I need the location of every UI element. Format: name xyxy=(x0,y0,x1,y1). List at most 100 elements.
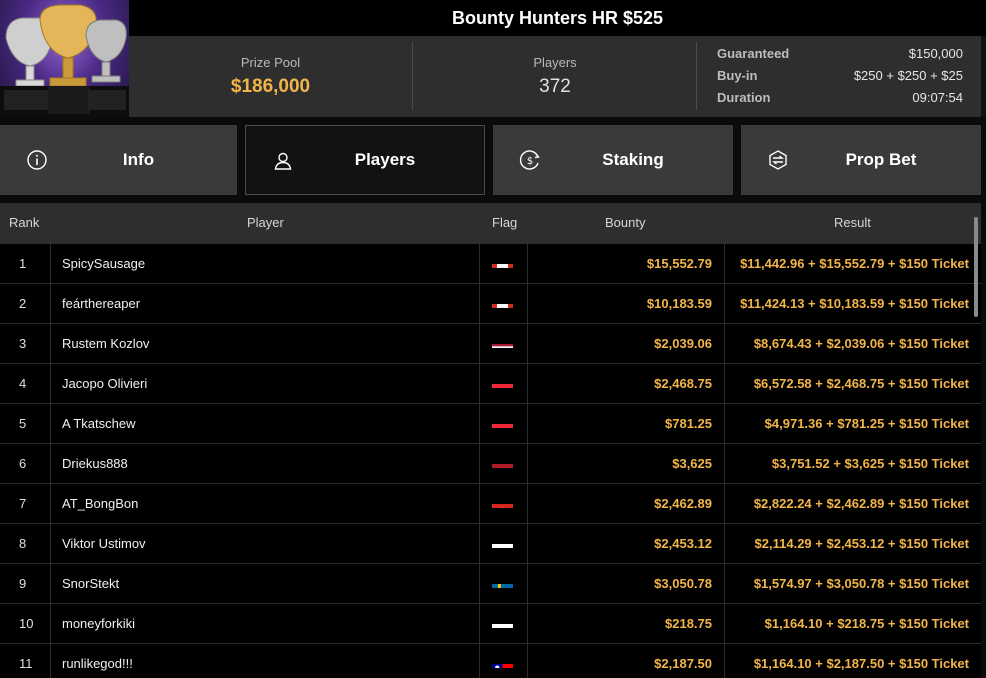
taiwan-flag-icon xyxy=(492,654,513,668)
rank-cell: 4 xyxy=(19,376,27,391)
rank-cell: 11 xyxy=(19,656,33,671)
vietnam-flag-icon xyxy=(492,494,513,508)
table-row[interactable]: 6 Driekus888 $3,625 $3,751.52 + $3,625 + $1… xyxy=(0,443,981,484)
tab-bar: Info Players $ Staking Prop Bet xyxy=(0,125,986,195)
rank-cell: 6 xyxy=(19,456,27,471)
result-cell: $2,822.24 + $2,462.89 + $150 Ticket xyxy=(753,496,969,511)
tournament-details: Guaranteed $150,000 Buy-in $250 + $250 +… xyxy=(717,45,963,111)
header-flag[interactable]: Flag xyxy=(492,215,517,230)
flag-cell xyxy=(480,324,527,364)
table-row[interactable]: 5 A Tkatschew $781.25 $4,971.36 + $781.25 +… xyxy=(0,403,981,444)
thailand-flag-icon xyxy=(492,334,513,348)
players-value: 372 xyxy=(539,76,571,97)
result-cell: $4,971.36 + $781.25 + $150 Ticket xyxy=(764,416,969,431)
header-rank[interactable]: Rank xyxy=(9,215,39,230)
player-name-cell[interactable]: A Tkatschew xyxy=(51,404,479,444)
player-name-cell[interactable]: Viktor Ustimov xyxy=(51,524,479,564)
detail-buy-in: Buy-in $250 + $250 + $25 xyxy=(717,67,963,89)
flag-cell xyxy=(480,444,527,484)
header-result[interactable]: Result xyxy=(834,215,871,230)
table-row[interactable]: 10 moneyforkiki $218.75 $1,164.10 + $218.75… xyxy=(0,603,981,644)
bounty-cell: $2,453.12 xyxy=(654,536,712,551)
trophy-image xyxy=(0,0,129,117)
detail-key: Duration xyxy=(717,90,771,105)
table-header: Rank Player Flag Bounty Result xyxy=(0,203,981,243)
austria-flag-icon xyxy=(492,414,513,428)
player-name-cell[interactable]: feárthereaper xyxy=(51,284,479,324)
rank-cell: 8 xyxy=(19,536,27,551)
table-row[interactable]: 4 Jacopo Olivieri $2,468.75 $6,572.58 + $2,… xyxy=(0,363,981,404)
canada-flag-icon xyxy=(492,294,513,308)
bounty-cell: $3,050.78 xyxy=(654,576,712,591)
flag-cell xyxy=(480,244,527,284)
prop-bet-icon xyxy=(769,150,787,170)
players-table: Rank Player Flag Bounty Result 1 SpicySau… xyxy=(0,203,981,678)
flag-cell xyxy=(480,404,527,444)
table-row[interactable]: 11 runlikegod!!! $2,187.50 $1,164.10 + $2,1… xyxy=(0,643,981,678)
result-cell: $11,442.96 + $15,552.79 + $150 Ticket xyxy=(740,256,969,271)
info-icon xyxy=(27,150,47,170)
player-name-cell[interactable]: Jacopo Olivieri xyxy=(51,364,479,404)
result-cell: $1,164.10 + $2,187.50 + $150 Ticket xyxy=(753,656,969,671)
rank-cell: 9 xyxy=(19,576,27,591)
player-name-cell[interactable]: SnorStekt xyxy=(51,564,479,604)
player-name-cell[interactable]: SpicySausage xyxy=(51,244,479,284)
table-row[interactable]: 7 AT_BongBon $2,462.89 $2,822.24 + $2,462.8… xyxy=(0,483,981,524)
players-stat: Players 372 xyxy=(413,36,697,117)
canada-flag-icon xyxy=(492,254,513,268)
detail-duration: Duration 09:07:54 xyxy=(717,89,963,111)
table-row[interactable]: 3 Rustem Kozlov $2,039.06 $8,674.43 + $2,03… xyxy=(0,323,981,364)
flag-cell xyxy=(480,284,527,324)
result-cell: $6,572.58 + $2,468.75 + $150 Ticket xyxy=(753,376,969,391)
user-icon xyxy=(274,152,292,170)
bounty-cell: $3,625 xyxy=(672,456,712,471)
bounty-cell: $2,468.75 xyxy=(654,376,712,391)
scrollbar[interactable] xyxy=(974,217,978,317)
prize-pool-label: Prize Pool xyxy=(240,55,301,70)
divider xyxy=(696,42,697,110)
detail-value: $150,000 xyxy=(908,46,963,61)
bounty-cell: $10,183.59 xyxy=(646,296,712,311)
dollar-circle-icon: $ xyxy=(519,150,540,170)
rank-cell: 2 xyxy=(19,296,27,311)
tournament-header: Bounty Hunters HR $525 Prize Pool $186,0… xyxy=(0,0,986,117)
bounty-cell: $2,462.89 xyxy=(654,496,712,511)
result-cell: $11,424.13 + $10,183.59 + $150 Ticket xyxy=(740,296,969,311)
poland-flag-icon xyxy=(492,614,513,628)
header-bounty[interactable]: Bounty xyxy=(605,215,645,230)
rank-cell: 5 xyxy=(19,416,27,431)
table-row[interactable]: 8 Viktor Ustimov $2,453.12 $2,114.29 + $2,4… xyxy=(0,523,981,564)
rank-cell: 10 xyxy=(19,616,34,631)
header-player[interactable]: Player xyxy=(247,215,284,230)
svg-text:$: $ xyxy=(527,156,533,167)
detail-key: Buy-in xyxy=(717,68,758,83)
detail-guaranteed: Guaranteed $150,000 xyxy=(717,45,963,67)
bounty-cell: $2,039.06 xyxy=(654,336,712,351)
player-name-cell[interactable]: Rustem Kozlov xyxy=(51,324,479,364)
detail-value: $250 + $250 + $25 xyxy=(853,68,963,83)
player-name-cell[interactable]: runlikegod!!! xyxy=(51,644,479,678)
netherlands-flag-icon xyxy=(492,454,513,468)
tab-staking[interactable]: $ Staking xyxy=(493,125,733,195)
players-label: Players xyxy=(533,55,577,70)
result-cell: $8,674.43 + $2,039.06 + $150 Ticket xyxy=(753,336,969,351)
table-row[interactable]: 9 SnorStekt $3,050.78 $1,574.97 + $3,050.78… xyxy=(0,563,981,604)
table-row[interactable]: 1 SpicySausage $15,552.79 $11,442.96 + $15,… xyxy=(0,243,981,284)
table-body: 1 SpicySausage $15,552.79 $11,442.96 + $15,… xyxy=(0,243,981,678)
bounty-cell: $781.25 xyxy=(665,416,712,431)
tab-players[interactable]: Players xyxy=(245,125,485,195)
flag-cell xyxy=(480,564,527,604)
prize-pool-value: $186,000 xyxy=(230,76,311,97)
stats-panel: Prize Pool $186,000 Players 372 Guarante… xyxy=(129,36,981,117)
player-name-cell[interactable]: AT_BongBon xyxy=(51,484,479,524)
tab-info[interactable]: Info xyxy=(0,125,237,195)
bounty-cell: $15,552.79 xyxy=(646,256,712,271)
flag-cell xyxy=(480,604,527,644)
tab-prop-bet[interactable]: Prop Bet xyxy=(741,125,981,195)
player-name-cell[interactable]: moneyforkiki xyxy=(51,604,479,644)
rank-cell: 7 xyxy=(19,496,27,511)
bounty-cell: $2,187.50 xyxy=(654,656,712,671)
table-row[interactable]: 2 feárthereaper $10,183.59 $11,424.13 + $10… xyxy=(0,283,981,324)
player-name-cell[interactable]: Driekus888 xyxy=(51,444,479,484)
flag-cell xyxy=(480,524,527,564)
